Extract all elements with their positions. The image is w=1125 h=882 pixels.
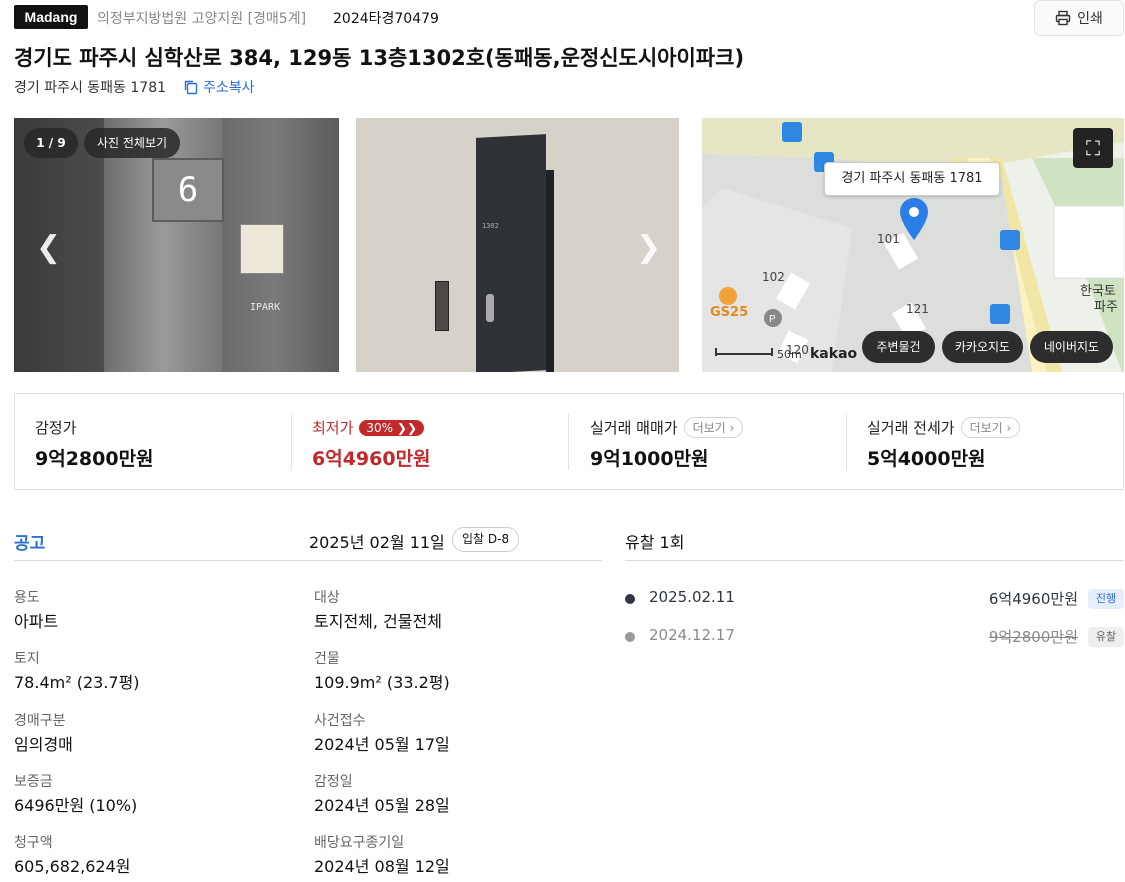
- naver-map-button[interactable]: 네이버지도: [1030, 331, 1113, 363]
- deposit-value: 6496만원 (10%): [14, 796, 138, 815]
- land-value: 78.4m² (23.7평): [14, 673, 140, 692]
- appraisal-date-value: 2024년 05월 28일: [314, 796, 450, 815]
- elevator-brand: IPARK: [250, 302, 281, 313]
- divider: [568, 414, 569, 470]
- notice-tab[interactable]: 공고: [14, 529, 45, 554]
- print-button[interactable]: 인쇄: [1034, 0, 1124, 36]
- notice-date: 2025년 02월 11일: [309, 533, 445, 552]
- discount-percent: 30%: [366, 421, 394, 435]
- next-photo-arrow-icon[interactable]: ❯: [636, 230, 661, 265]
- history-date: 2024.12.17: [649, 626, 735, 644]
- more-label: 더보기: [969, 421, 1003, 435]
- copy-icon: [184, 80, 198, 95]
- copy-address-button[interactable]: 주소복사: [183, 77, 255, 97]
- map-label-101: 101: [877, 232, 900, 246]
- status-badge: 진행: [1088, 589, 1124, 609]
- trade-more-button[interactable]: 더보기 ›: [683, 417, 744, 438]
- elevator-notice: [240, 224, 284, 274]
- nearby-items-button[interactable]: 주변물건: [862, 331, 935, 363]
- elevator-floor-display: 6: [152, 158, 224, 222]
- history-dot-failed: [625, 632, 635, 642]
- case-received-label: 사건접수: [314, 713, 366, 729]
- trade-price-value: 9억1000만원: [590, 448, 709, 470]
- jeonse-price-value: 5억4000만원: [867, 448, 986, 470]
- map-address-label: 경기 파주시 동패동 1781: [824, 162, 1000, 196]
- min-price-label: 최저가: [312, 419, 354, 437]
- auction-type-label: 경매구분: [14, 713, 66, 729]
- appraisal-label: 감정가: [35, 419, 77, 437]
- claim-label: 청구액: [14, 835, 53, 851]
- case-number: 2024타경70479: [333, 11, 439, 27]
- case-received-value: 2024년 05월 17일: [314, 735, 450, 754]
- photo-door[interactable]: 1302: [356, 118, 679, 372]
- print-label: 인쇄: [1077, 11, 1103, 27]
- appraisal-value: 9억2800만원: [35, 448, 154, 470]
- copy-address-label: 주소복사: [203, 80, 255, 96]
- map-label-poi-2: 파주: [1094, 300, 1118, 315]
- target-value: 토지전체, 건물전체: [314, 612, 442, 631]
- history-dot-active: [625, 594, 635, 604]
- door: [476, 134, 546, 372]
- dividend-deadline-label: 배당요구종기일: [314, 835, 405, 851]
- trade-price-label: 실거래 매매가: [590, 419, 678, 437]
- jibun-address: 경기 파주시 동패동 1781: [14, 80, 167, 96]
- expand-map-icon[interactable]: ⛶: [1073, 128, 1113, 168]
- printer-icon: [1055, 10, 1071, 26]
- trade-price-label-group: 실거래 매매가 더보기 ›: [590, 417, 744, 438]
- view-all-photos-button[interactable]: 사진 전체보기: [84, 128, 180, 158]
- svg-text:P: P: [769, 314, 776, 325]
- building-value: 109.9m² (33.2평): [314, 673, 450, 692]
- door-frame: [546, 170, 554, 372]
- location-pin-icon: [900, 198, 928, 240]
- map-label-121: 121: [906, 302, 929, 316]
- door-number: 1302: [482, 222, 499, 230]
- bid-history-title: 유찰 1회: [625, 533, 685, 552]
- deposit-label: 보증금: [14, 774, 53, 790]
- usage-value: 아파트: [14, 612, 59, 631]
- jeonse-more-button[interactable]: 더보기 ›: [960, 417, 1021, 438]
- more-label: 더보기: [692, 421, 726, 435]
- divider: [291, 414, 292, 470]
- price-summary: 감정가 9억2800만원 최저가 30% ❯❯ 6억4960만원 실거래 매매가 더…: [14, 393, 1124, 490]
- min-price-value: 6억4960만원: [312, 448, 431, 470]
- door-handle: [486, 294, 494, 322]
- brand-logo[interactable]: Madang: [14, 5, 88, 29]
- bid-dday-badge: 입찰 D-8: [452, 527, 520, 552]
- map-label-102: 102: [762, 270, 785, 284]
- section-divider: [625, 560, 1124, 561]
- auction-type-value: 임의경매: [14, 735, 73, 754]
- jeonse-price-label: 실거래 전세가: [867, 419, 955, 437]
- dividend-deadline-value: 2024년 08월 12일: [314, 857, 450, 876]
- section-divider: [14, 560, 602, 561]
- map-provider-logo: kakao: [810, 346, 858, 362]
- photo-counter: 1 / 9: [24, 128, 78, 158]
- discount-badge: 30% ❯❯: [359, 420, 425, 436]
- status-badge: 유찰: [1088, 627, 1124, 647]
- history-date: 2025.02.11: [649, 588, 735, 606]
- building-label: 건물: [314, 651, 340, 667]
- property-title: 경기도 파주시 심학산로 384, 129동 13층1302호(동패동,운정신도…: [14, 46, 745, 70]
- usage-label: 용도: [14, 590, 40, 606]
- map-scale: 50m: [777, 348, 802, 361]
- min-price-label-group: 최저가 30% ❯❯: [312, 417, 425, 438]
- door-lock: [435, 281, 449, 331]
- claim-value: 605,682,624원: [14, 857, 131, 876]
- target-label: 대상: [314, 590, 340, 606]
- kakao-map-button[interactable]: 카카오지도: [942, 331, 1023, 363]
- jeonse-price-label-group: 실거래 전세가 더보기 ›: [867, 417, 1021, 438]
- divider: [846, 414, 847, 470]
- map-label-gs25: GS25: [710, 305, 749, 320]
- appraisal-date-label: 감정일: [314, 774, 353, 790]
- history-price: 6억4960만원: [988, 590, 1078, 608]
- history-price: 9억2800만원: [988, 628, 1078, 646]
- land-label: 토지: [14, 651, 40, 667]
- court-name: 의정부지방법원 고양지원 [경매5계]: [97, 11, 307, 27]
- prev-photo-arrow-icon[interactable]: ❮: [36, 230, 61, 265]
